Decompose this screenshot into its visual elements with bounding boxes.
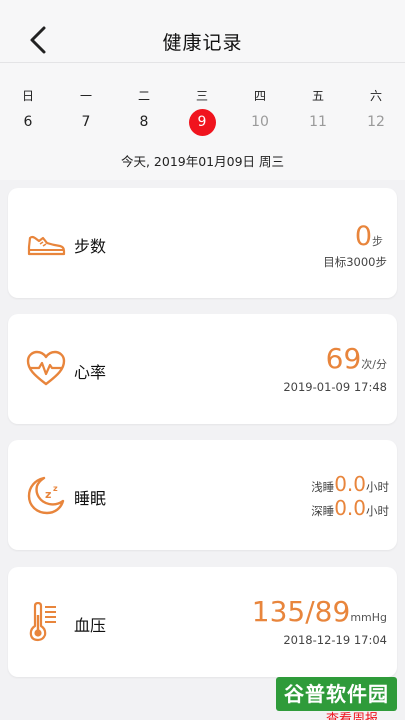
- heart-rate-number: 69: [325, 342, 362, 375]
- day-number: 9: [188, 109, 216, 136]
- week-calendar: 日 一 二 三 四 五 六 6 7 8 9 10 11 12 今天, 2019年…: [0, 62, 405, 180]
- light-sleep-row: 浅睡0.0小时: [311, 474, 389, 497]
- calendar-day[interactable]: 8: [122, 109, 166, 135]
- weekday-fri: 五: [311, 89, 324, 103]
- nav-bar: 健康记录: [0, 0, 405, 62]
- weekday-thu: 四: [253, 89, 266, 103]
- day-number: 12: [367, 114, 385, 130]
- deep-sleep-label: 深睡: [311, 504, 335, 518]
- steps-number: 0: [354, 221, 372, 252]
- calendar-day[interactable]: 6: [6, 109, 50, 135]
- heart-rate-value: 69次/分: [326, 344, 387, 380]
- deep-sleep-row: 深睡0.0小时: [311, 498, 389, 521]
- svg-text:z: z: [45, 488, 51, 501]
- blood-pressure-time: 2018-12-19 17:04: [283, 633, 387, 647]
- sleep-card[interactable]: z z 睡眠 浅睡0.0小时 深睡0.0小时: [8, 440, 397, 550]
- blood-pressure-unit: mmHg: [350, 611, 387, 624]
- day-number: 10: [251, 114, 269, 130]
- blood-pressure-value: 135/89mmHg: [252, 597, 387, 633]
- steps-label: 步数: [74, 237, 107, 256]
- light-sleep-unit: 小时: [366, 480, 389, 494]
- blood-pressure-label: 血压: [74, 616, 107, 635]
- steps-goal: 目标3000步: [323, 255, 387, 269]
- day-number: 8: [139, 114, 149, 130]
- sleep-label: 睡眠: [74, 489, 107, 508]
- blood-pressure-card[interactable]: 血压 135/89mmHg 2018-12-19 17:04: [8, 567, 397, 677]
- calendar-day-selected[interactable]: 9: [180, 109, 224, 136]
- deep-sleep-unit: 小时: [366, 504, 389, 518]
- shoe-icon: [27, 235, 66, 256]
- day-number: 11: [309, 114, 327, 130]
- weekday-tue: 二: [137, 89, 150, 103]
- blood-pressure-number: 135/89: [251, 595, 351, 628]
- day-number: 7: [81, 114, 91, 130]
- heart-pulse-icon: [26, 350, 66, 386]
- steps-unit: 步: [372, 235, 383, 248]
- heart-rate-time: 2019-01-09 17:48: [283, 380, 387, 394]
- day-number: 6: [23, 114, 33, 130]
- steps-value: 0步: [355, 222, 383, 257]
- calendar-day[interactable]: 10: [238, 109, 282, 135]
- moon-sleep-icon: z z: [27, 476, 65, 515]
- light-sleep-value: 0.0: [334, 472, 366, 496]
- current-date: 今天, 2019年01月09日 周三: [120, 154, 285, 169]
- calendar-day[interactable]: 11: [296, 109, 340, 135]
- deep-sleep-value: 0.0: [334, 496, 366, 520]
- steps-card[interactable]: 步数 0步 目标3000步: [8, 188, 397, 298]
- heart-rate-unit: 次/分: [361, 358, 387, 371]
- thermometer-icon: [29, 602, 56, 642]
- weekday-wed: 三: [195, 89, 208, 103]
- weekday-sun: 日: [21, 89, 34, 103]
- weekday-mon: 一: [79, 89, 92, 103]
- heart-rate-label: 心率: [74, 363, 107, 382]
- weekday-sat: 六: [369, 89, 382, 103]
- light-sleep-label: 浅睡: [311, 480, 335, 494]
- calendar-day[interactable]: 7: [64, 109, 108, 135]
- watermark-logo: 谷普软件园: [276, 677, 397, 711]
- page-title: 健康记录: [162, 32, 243, 54]
- calendar-day[interactable]: 12: [354, 109, 398, 135]
- heart-rate-card[interactable]: 心率 69次/分 2019-01-09 17:48: [8, 314, 397, 424]
- svg-text:z: z: [53, 484, 58, 493]
